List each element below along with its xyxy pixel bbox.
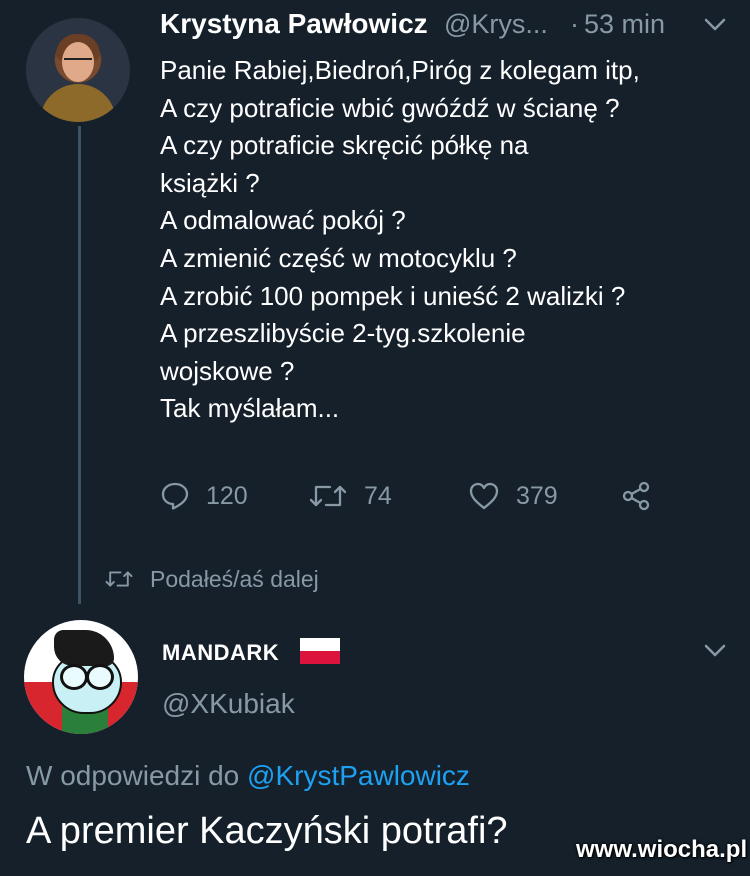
author-name[interactable]: Krystyna Pawłowicz [160, 8, 428, 40]
retweeted-indicator: Podałeś/aś dalej [104, 562, 319, 596]
tweet-text-line: A odmalować pokój ? [160, 205, 406, 236]
tweet-text-line: A czy potraficie wbić gwóźdź w ścianę ? [160, 92, 620, 123]
tweet-text-line: A przeszlibyście 2-tyg.szkolenie [160, 318, 526, 349]
share-icon [622, 481, 650, 511]
tweet-text-line: A zmienić część w motocyklu ? [160, 242, 517, 273]
tweet-text-line: A czy potraficie skręcić półkę na [160, 130, 529, 161]
reply-icon [161, 482, 189, 510]
reply-count: 120 [206, 481, 248, 510]
chevron-down-icon[interactable] [704, 18, 726, 32]
watermark: www.wiocha.pl [576, 836, 748, 863]
separator-dot: · [570, 9, 579, 39]
author-handle[interactable]: @Krys... [444, 9, 548, 40]
reply-to-handle-link[interactable]: @KrystPawlowicz [247, 760, 470, 791]
tweet-timestamp[interactable]: 53 min [584, 9, 665, 40]
reply-author-avatar[interactable] [24, 620, 138, 734]
reply-author-name[interactable]: MANDARK [162, 640, 279, 666]
tweet-text-line: Panie Rabiej,Biedroń,Piróg z kolegam itp… [160, 55, 640, 85]
chevron-down-icon[interactable] [704, 644, 726, 658]
retweet-icon [309, 485, 347, 507]
tweet-text-line: wojskowe ? [160, 355, 295, 386]
heart-icon [469, 482, 499, 510]
retweet-count: 74 [364, 481, 392, 510]
tweet-text-line: A zrobić 100 pompek i unieść 2 walizki ? [160, 280, 626, 311]
tweet-text-line: książki ? [160, 167, 260, 198]
thread-connector-line [78, 126, 81, 604]
retweet-icon [105, 571, 133, 587]
share-button[interactable] [620, 478, 668, 514]
author-avatar[interactable] [26, 18, 130, 122]
reply-text: A premier Kaczyński potrafi? [26, 810, 508, 852]
reply-context: W odpowiedzi do @KrystPawlowicz [26, 760, 470, 792]
reply-author-handle[interactable]: @XKubiak [162, 688, 295, 720]
poland-flag-icon [300, 638, 340, 664]
tweet-text: Panie Rabiej,Biedroń,Piróg z kolegam itp… [160, 52, 740, 428]
reply-to-label: W odpowiedzi do [26, 760, 240, 791]
retweet-button[interactable]: 74 [308, 478, 392, 514]
retweeted-label: Podałeś/aś dalej [150, 565, 319, 592]
like-button[interactable]: 379 [468, 478, 558, 514]
reply-button[interactable]: 120 [160, 478, 248, 514]
like-count: 379 [516, 481, 558, 510]
tweet-text-line: Tak myślałam... [160, 393, 340, 424]
